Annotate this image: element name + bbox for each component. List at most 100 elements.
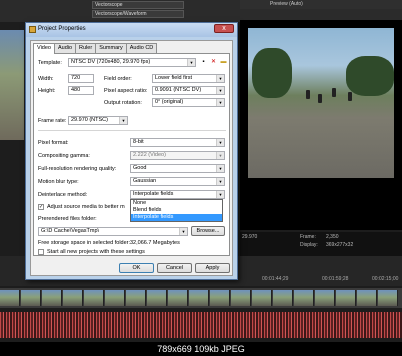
width-field[interactable]: 720 xyxy=(68,74,94,83)
chevron-down-icon: ▼ xyxy=(216,178,224,185)
video-thumbnail xyxy=(252,290,272,306)
separator xyxy=(38,130,226,131)
tab-summary[interactable]: Summary xyxy=(95,43,127,53)
pixel-format-label: Pixel format: xyxy=(38,140,69,146)
frame-rate-label: Frame rate: xyxy=(38,118,67,124)
preview-quality-label[interactable]: Preview (Auto) xyxy=(270,1,303,7)
adjust-source-label: Adjust source media to better m xyxy=(47,204,125,210)
video-thumbnail xyxy=(315,290,335,306)
video-thumbnail xyxy=(0,290,20,306)
video-thumbnail xyxy=(105,290,125,306)
output-rotation-value: 0° (original) xyxy=(155,99,184,105)
tree-shape xyxy=(346,56,394,96)
frame-rate-combo[interactable]: 29.970 (NTSC) ▼ xyxy=(68,116,128,125)
free-storage-label: Free storage space in selected folder: xyxy=(38,240,131,246)
prerendered-folder-combo[interactable]: G:\D Cache\VegasTmp\ ▼ xyxy=(38,227,188,236)
image-caption: 789x669 109kb JPEG xyxy=(0,342,402,356)
chevron-down-icon: ▼ xyxy=(216,165,224,172)
display-value: 369x277x32 xyxy=(326,242,354,248)
deinterlace-label: Deinterlace method: xyxy=(38,192,88,198)
video-scope-strip xyxy=(0,30,24,140)
pixel-format-combo[interactable]: 8-bit ▼ xyxy=(130,138,225,147)
video-track[interactable] xyxy=(0,288,402,308)
height-field[interactable]: 480 xyxy=(68,86,94,95)
field-order-combo[interactable]: Lower field first ▼ xyxy=(152,74,225,83)
pixel-aspect-combo[interactable]: 0.9091 (NTSC DV) ▼ xyxy=(152,86,225,95)
chevron-down-icon: ▼ xyxy=(216,139,224,146)
video-thumbnail xyxy=(63,290,83,306)
pixel-aspect-value: 0.9091 (NTSC DV) xyxy=(155,87,202,93)
video-tab-panel: Template: NTSC DV (720x480, 29.970 fps) … xyxy=(33,53,230,256)
timecode-right: 00:02:15;00 xyxy=(372,276,399,282)
motion-blur-combo[interactable]: Gaussian ▼ xyxy=(130,177,225,186)
frame-rate-value: 29.970 (NTSC) xyxy=(71,117,108,123)
compositing-gamma-combo[interactable]: 2.222 (Video) ▼ xyxy=(130,151,225,160)
video-preview-window xyxy=(240,20,402,230)
tab-ruler[interactable]: Ruler xyxy=(75,43,97,53)
tab-audio-cd[interactable]: Audio CD xyxy=(125,43,158,53)
scope-type-combo[interactable]: Vectorscope xyxy=(92,1,184,9)
ok-button[interactable]: OK xyxy=(119,263,154,273)
dialog-titlebar[interactable]: Project Properties x xyxy=(26,23,237,37)
cyclist-shape xyxy=(348,92,352,101)
video-thumbnail xyxy=(210,290,230,306)
dialog-client-area: Video Audio Ruler Summary Audio CD Templ… xyxy=(30,40,233,276)
deinterlace-combo[interactable]: Interpolate fields ▼ xyxy=(130,190,225,199)
open-folder-icon[interactable]: ▬ xyxy=(219,58,228,67)
motion-blur-value: Gaussian xyxy=(133,178,157,184)
adjust-source-checkbox[interactable]: ✓ xyxy=(38,204,44,210)
video-thumbnail xyxy=(168,290,188,306)
field-order-value: Lower field first xyxy=(155,75,192,81)
cyclist-shape xyxy=(318,94,322,103)
cancel-button[interactable]: Cancel xyxy=(157,263,192,273)
video-thumbnail xyxy=(42,290,62,306)
timecode-left: 00:01:44;29 xyxy=(262,276,289,282)
field-order-label: Field order: xyxy=(104,76,132,82)
tab-audio[interactable]: Audio xyxy=(53,43,77,53)
chevron-down-icon: ▼ xyxy=(216,87,224,94)
deinterlace-value: Interpolate fields xyxy=(133,191,174,197)
chevron-down-icon: ▼ xyxy=(216,191,224,198)
prerendered-label: Prerendered files folder: xyxy=(38,216,97,222)
video-thumbnail xyxy=(84,290,104,306)
chevron-down-icon: ▼ xyxy=(216,152,224,159)
tab-video[interactable]: Video xyxy=(33,43,55,54)
width-label: Width: xyxy=(38,76,54,82)
apply-button[interactable]: Apply xyxy=(195,263,230,273)
chevron-down-icon: ▼ xyxy=(216,99,224,106)
video-thumbnail xyxy=(273,290,293,306)
prerendered-folder-value: G:\D Cache\VegasTmp\ xyxy=(41,228,100,234)
option-interpolate-fields[interactable]: Interpolate fields xyxy=(131,214,222,221)
browse-button[interactable]: Browse... xyxy=(191,226,225,236)
chevron-down-icon: ▼ xyxy=(119,117,127,124)
cyclist-shape xyxy=(332,88,336,97)
chevron-down-icon: ▼ xyxy=(187,59,195,66)
project-properties-dialog: Project Properties x Video Audio Ruler S… xyxy=(25,22,238,280)
pixel-format-value: 8-bit xyxy=(133,139,144,145)
output-rotation-combo[interactable]: 0° (original) ▼ xyxy=(152,98,225,107)
preview-rate: 29.970 xyxy=(242,234,258,240)
preview-frame-image xyxy=(248,28,394,178)
motion-blur-label: Motion blur type: xyxy=(38,179,79,185)
free-storage-value: 32,066.7 Megabytes xyxy=(130,240,180,246)
save-template-icon[interactable]: ▪ xyxy=(199,58,208,67)
option-blend-fields[interactable]: Blend fields xyxy=(131,207,222,214)
full-res-quality-label: Full-resolution rendering quality: xyxy=(38,166,117,172)
compositing-gamma-value: 2.222 (Video) xyxy=(133,152,166,158)
frame-value: 2,350 xyxy=(326,234,339,240)
scope-layout-combo[interactable]: Vectorscope/Waveform xyxy=(92,10,184,18)
template-combo[interactable]: NTSC DV (720x480, 29.970 fps) ▼ xyxy=(68,58,196,67)
video-thumbnail xyxy=(336,290,356,306)
full-res-quality-combo[interactable]: Good ▼ xyxy=(130,164,225,173)
close-button[interactable]: x xyxy=(214,24,234,33)
full-res-quality-value: Good xyxy=(133,165,147,171)
video-thumbnail xyxy=(21,290,41,306)
tree-shape xyxy=(252,48,292,98)
height-label: Height: xyxy=(38,88,56,94)
video-thumbnail xyxy=(189,290,209,306)
start-all-checkbox[interactable] xyxy=(38,249,44,255)
audio-waveform-track[interactable] xyxy=(0,312,402,338)
delete-template-icon[interactable]: ✕ xyxy=(209,58,218,67)
video-thumbnail xyxy=(378,290,398,306)
option-none[interactable]: None xyxy=(131,200,222,207)
